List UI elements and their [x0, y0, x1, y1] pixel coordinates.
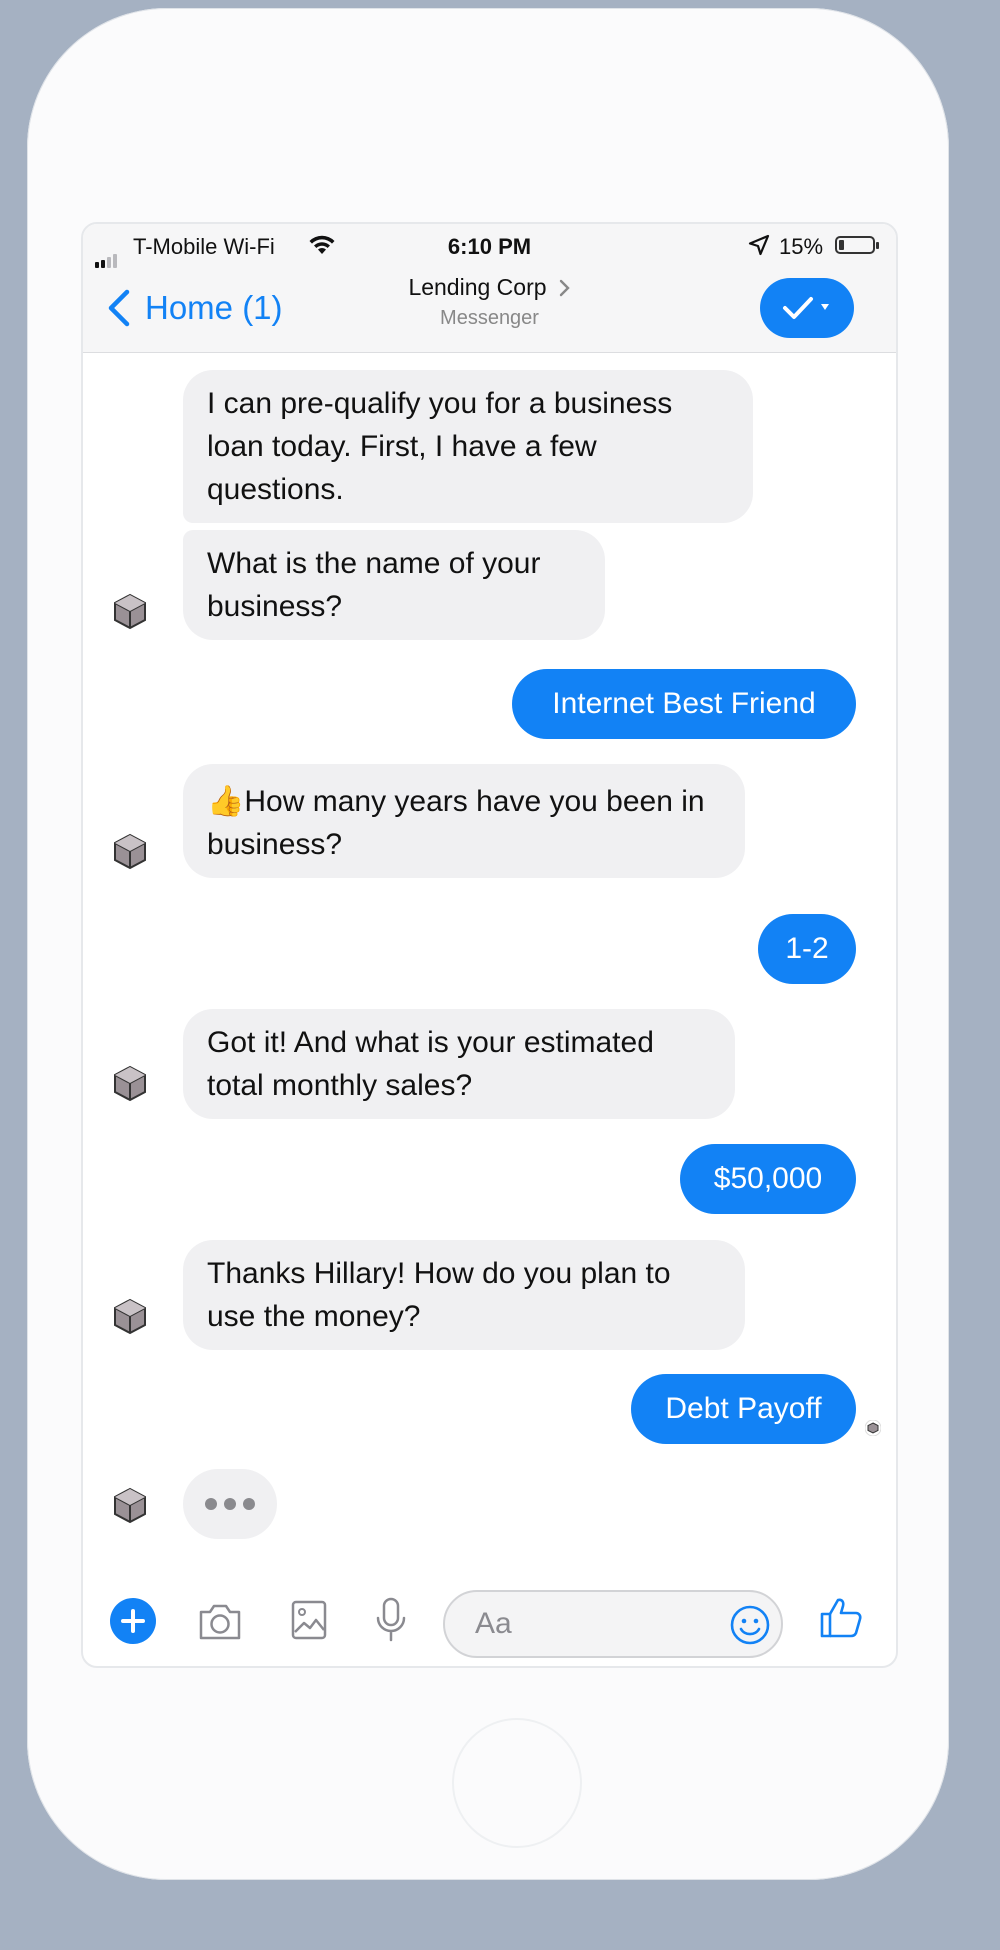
bot-avatar-icon — [114, 1487, 146, 1524]
incoming-message: I can pre-qualify you for a business loa… — [183, 370, 753, 523]
header: T-Mobile Wi-Fi 6:10 PM 15% Home (1) Lend… — [83, 224, 896, 353]
smiley-icon[interactable] — [729, 1604, 771, 1646]
message-list[interactable]: I can pre-qualify you for a business loa… — [83, 352, 896, 1552]
battery-level-fill — [839, 240, 844, 250]
bot-avatar-icon — [114, 1298, 146, 1335]
incoming-message: 👍How many years have you been in busines… — [183, 764, 745, 878]
message-input[interactable] — [473, 1606, 697, 1642]
outgoing-message: Debt Payoff — [631, 1374, 856, 1444]
message-input-box[interactable] — [443, 1590, 783, 1658]
plus-button[interactable] — [110, 1598, 156, 1644]
done-menu-button[interactable] — [760, 278, 854, 338]
incoming-message: What is the name of your business? — [183, 530, 605, 640]
status-time: 6:10 PM — [447, 234, 532, 259]
composer-bar — [83, 1564, 896, 1664]
microphone-icon[interactable] — [373, 1596, 409, 1644]
camera-icon[interactable] — [197, 1600, 243, 1642]
messenger-screen: T-Mobile Wi-Fi 6:10 PM 15% Home (1) Lend… — [81, 222, 898, 1668]
bot-avatar-icon — [114, 593, 146, 630]
incoming-message: Thanks Hillary! How do you plan to use t… — [183, 1240, 745, 1350]
plus-icon — [121, 1609, 145, 1633]
status-bar: T-Mobile Wi-Fi 6:10 PM 15% — [83, 224, 896, 270]
image-icon[interactable] — [290, 1598, 328, 1642]
bot-avatar-icon — [114, 1065, 146, 1102]
bot-avatar-icon — [114, 833, 146, 870]
location-arrow-icon — [748, 234, 770, 256]
outgoing-message: 1-2 — [758, 914, 856, 984]
incoming-message: Got it! And what is your estimated total… — [183, 1009, 735, 1119]
outgoing-message: $50,000 — [680, 1144, 856, 1214]
home-button — [452, 1718, 582, 1848]
read-receipt-avatar-icon — [865, 1420, 881, 1436]
outgoing-message: Internet Best Friend — [512, 669, 856, 739]
battery-percent: 15% — [779, 234, 824, 259]
thumbs-up-icon[interactable] — [818, 1594, 864, 1640]
caret-down-icon — [821, 304, 829, 310]
chevron-right-icon — [559, 279, 570, 296]
battery-icon — [835, 236, 879, 254]
page-title: Lending Corp — [408, 274, 547, 300]
checkmark-icon — [783, 297, 829, 319]
typing-indicator — [183, 1469, 277, 1539]
